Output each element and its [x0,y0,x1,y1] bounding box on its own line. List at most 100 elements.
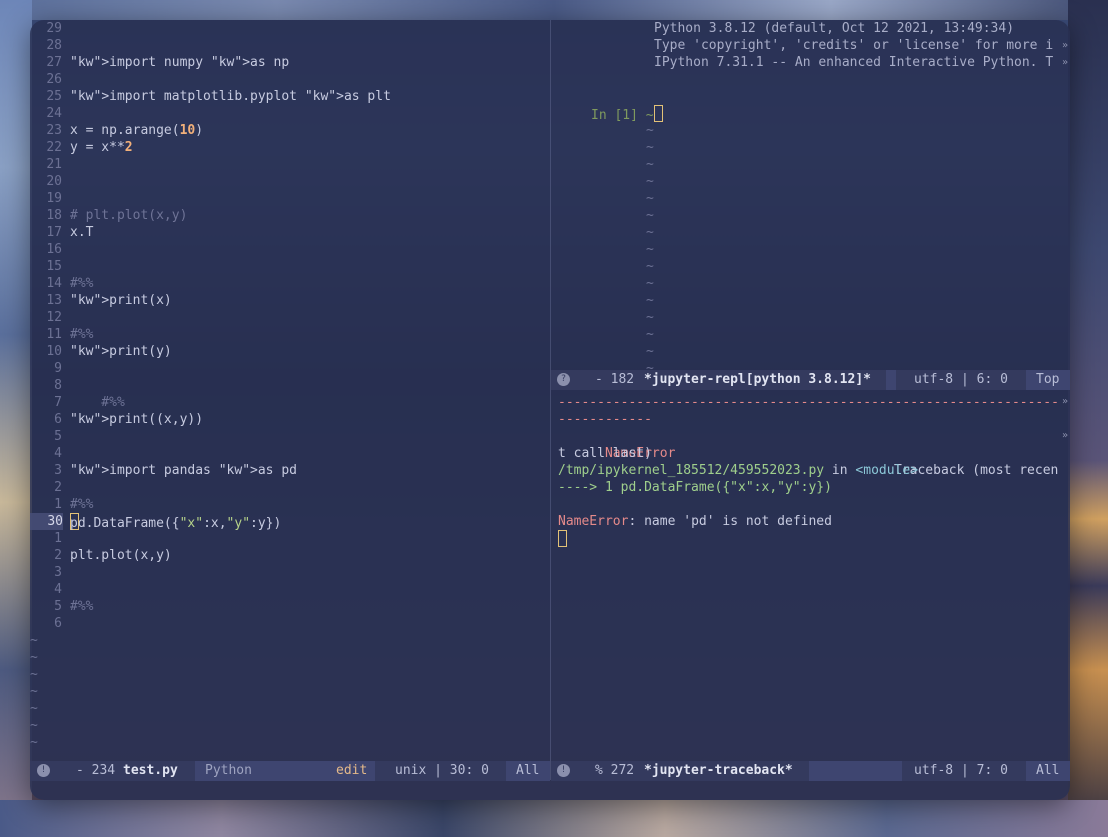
wallpaper-left [0,0,32,837]
code-text: #%% [70,497,94,512]
error-message: : name 'pd' is not defined [628,514,832,529]
modeline-position: Top [1026,370,1070,390]
code-text: "kw">import pandas "kw">as pd [70,463,297,478]
line-number: 18 [46,208,62,223]
help-icon: ? [557,373,570,386]
line-number: 3 [54,565,62,580]
code-text: "kw">import numpy "kw">as np [70,55,290,70]
traceback-header: NameError Traceback (most recen [558,428,1070,478]
empty-line-marker: ~ [646,259,654,274]
modeline-encoding[interactable]: utf-8 | 7: 0 [914,761,1008,781]
code-text: x.T [70,225,94,240]
modeline-status: % 272 [595,763,635,778]
modeline-status: - 234 [76,763,116,778]
empty-line-marker: ~ [646,208,654,223]
empty-line-marker: ~ [646,157,654,172]
code-text: "kw">print(y) [70,344,172,359]
empty-line-marker: ~ [646,276,654,291]
editor-pane[interactable]: 29 28 27 "kw">import numpy "kw">as np 26 25 "k… [30,20,550,760]
empty-line-marker: ~ [646,242,654,257]
line-number: 19 [46,191,62,206]
code-text: pd.DataFrame({"x":x,"y":y}) [70,513,281,532]
modeline-buffer-name[interactable]: test.py [123,761,178,781]
traceback-pane[interactable]: ----------------------------------------… [551,390,1070,760]
line-number: 2 [54,548,62,563]
code-text: y = x**2 [70,140,133,155]
line-number: 7 [54,395,62,410]
line-number: 8 [54,378,62,393]
traceback-error-line: NameError: name 'pd' is not defined [558,513,832,530]
modeline-editor[interactable]: ! - 234 test.py Python edit unix | 30: 0… [30,761,550,781]
modeline-encoding[interactable]: unix | 30: 0 [395,761,489,781]
empty-line-marker: ~ [30,667,38,682]
line-number: 5 [54,599,62,614]
line-number: 4 [54,582,62,597]
empty-line-marker: ~ [646,191,654,206]
empty-line-marker: ~ [30,735,38,750]
line-number: 1 [54,531,62,546]
modeline-separator [886,370,896,390]
line-number: 23 [46,123,62,138]
modeline-separator [809,761,902,781]
repl-prompt-label: In [1] ~ [591,108,654,123]
line-number: 13 [46,293,62,308]
error-name: NameError [558,514,629,529]
line-number: 9 [54,361,62,376]
modeline-buffer-name[interactable]: *jupyter-repl[python 3.8.12]* [644,370,871,390]
module-name: <module> [855,463,919,478]
modeline-position: All [506,761,550,781]
line-number: 26 [46,72,62,87]
modeline-encoding[interactable]: utf-8 | 6: 0 [914,370,1008,390]
code-text: #%% [70,276,94,291]
traceback-wrap-line: t call last) [558,446,652,461]
info-icon: ! [557,764,570,777]
modeline-repl[interactable]: ? - 182 *jupyter-repl[python 3.8.12]* ut… [551,370,1070,390]
traceback-dashes: ----------------------------------------… [558,395,1059,410]
line-number: 6 [54,412,62,427]
code-text: # plt.plot(x,y) [70,208,188,223]
empty-line-marker: ~ [30,650,38,665]
line-number: 20 [46,174,62,189]
line-number: 2 [54,480,62,495]
code-text: plt.plot(x,y) [70,548,172,563]
line-number: 30 [30,513,63,530]
code-text: x = np.arange(10) [70,123,204,138]
text-cursor [558,530,567,547]
text-cursor [653,105,663,122]
modeline-state: edit [336,763,368,778]
empty-line-marker: ~ [30,633,38,648]
line-number: 16 [46,242,62,257]
info-icon: ! [37,764,50,777]
traceback-arrow-line: ----> 1 pd.DataFrame({"x":x,"y":y}) [558,480,832,495]
empty-line-marker: ~ [646,140,654,155]
modeline-buffer-name[interactable]: *jupyter-traceback* [644,761,793,781]
wrap-arrow-icon: » [1061,40,1068,51]
line-number: 17 [46,225,62,240]
empty-line-marker: ~ [646,344,654,359]
line-number: 1 [54,497,62,512]
file-path-link[interactable]: /tmp/ipykernel_185512/459552023.py [558,463,824,478]
repl-prompt[interactable]: In [1] ~ [591,105,663,123]
line-number: 11 [46,327,62,342]
line-number: 21 [46,157,62,172]
repl-banner-line: Python 3.8.12 (default, Oct 12 2021, 13:… [654,21,1015,36]
empty-line-marker: ~ [646,327,654,342]
wallpaper-top [0,0,1108,20]
line-number: 27 [46,55,62,70]
traceback-dashes: ------------ [558,412,652,427]
wallpaper-bottom [0,800,1108,837]
repl-pane[interactable]: Python 3.8.12 (default, Oct 12 2021, 13:… [551,20,1070,376]
code-text: "kw">import matplotlib.pyplot "kw">as pl… [70,89,391,104]
line-number: 28 [46,38,62,53]
modeline-traceback[interactable]: ! % 272 *jupyter-traceback* utf-8 | 7: 0… [551,761,1070,781]
traceback-cursor-line [558,530,567,547]
code-text: #%% [70,599,94,614]
code-text: #%% [70,395,125,410]
emacs-window: 29 28 27 "kw">import numpy "kw">as np 26 25 "k… [30,20,1070,800]
empty-line-marker: ~ [646,123,654,138]
line-number: 25 [46,89,62,104]
line-number: 15 [46,259,62,274]
empty-line-marker: ~ [646,293,654,308]
line-number: 29 [46,21,62,36]
empty-line-marker: ~ [646,310,654,325]
